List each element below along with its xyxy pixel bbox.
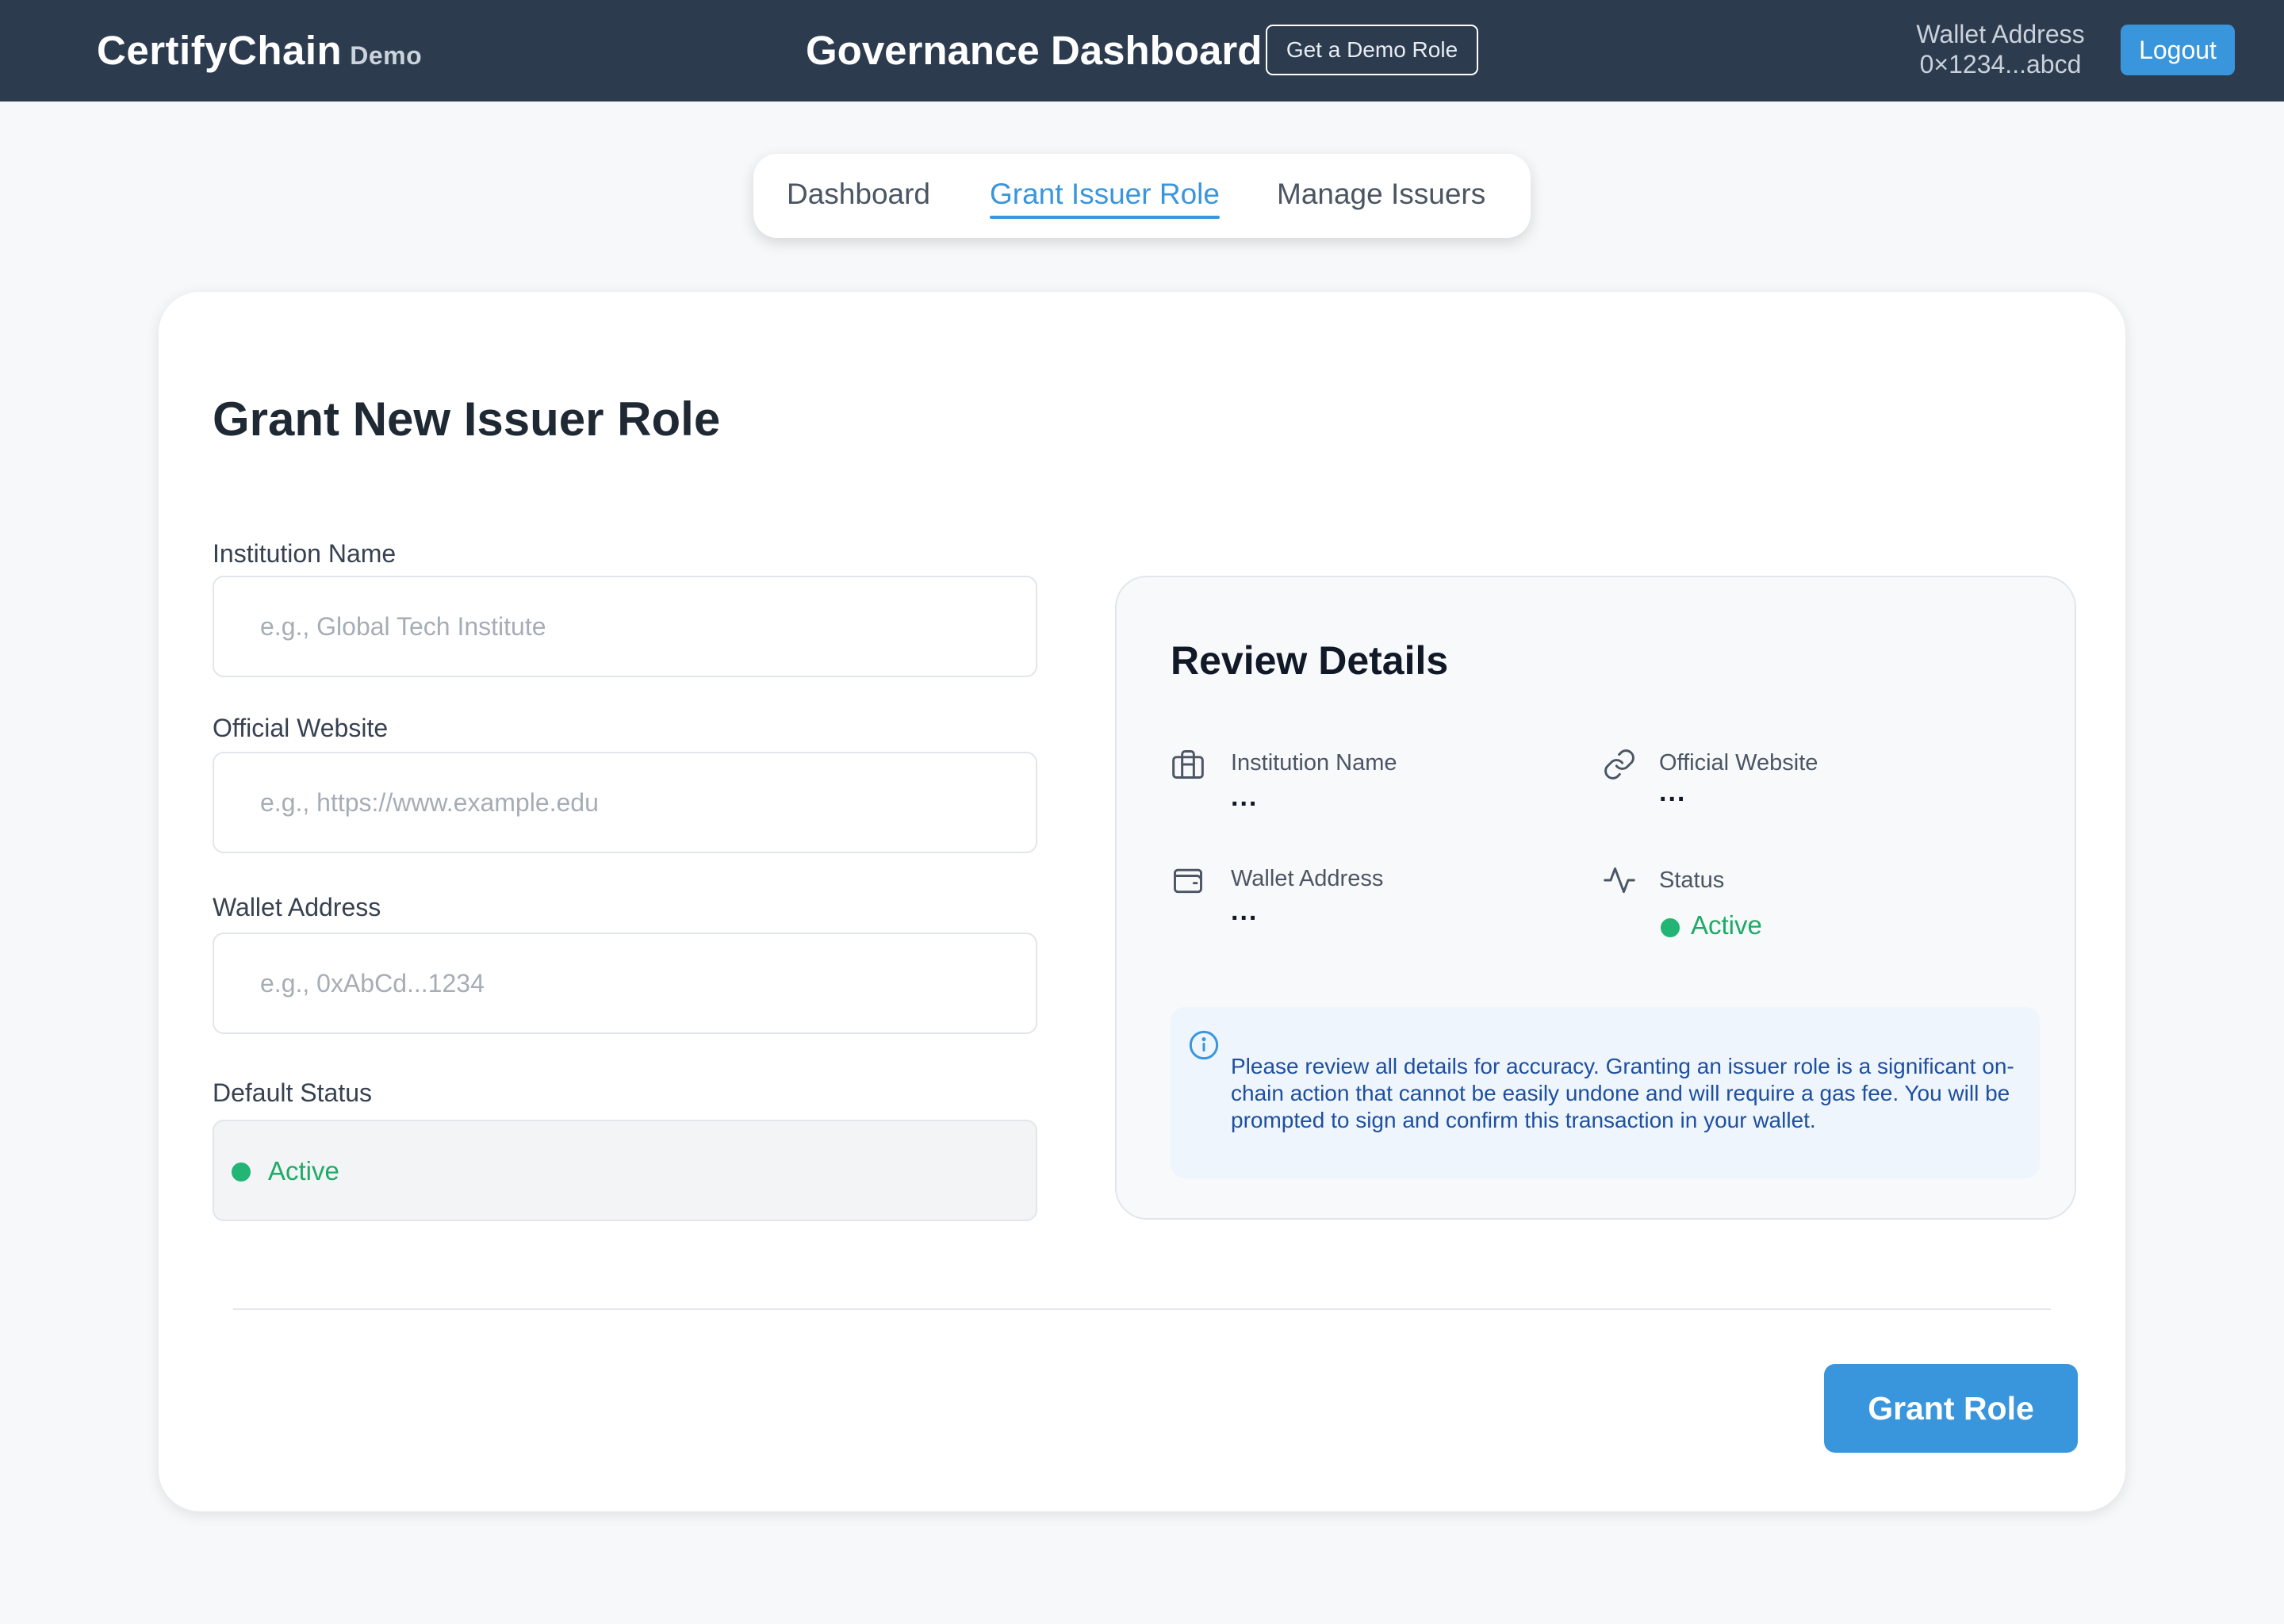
review-status-label: Status (1659, 868, 1725, 893)
wallet-address-display: Wallet Address 0×1234...abcd (1887, 19, 2113, 79)
review-details-title: Review Details (1171, 638, 1449, 683)
nav-tabs: Dashboard Grant Issuer Role Manage Issue… (753, 154, 1531, 238)
info-icon (1189, 1030, 1219, 1060)
institution-name-input[interactable] (213, 576, 1037, 677)
official-website-label: Official Website (213, 714, 389, 742)
brand-name: CertifyChain (97, 28, 343, 73)
review-notice: Please review all details for accuracy. … (1171, 1007, 2040, 1178)
review-institution-label: Institution Name (1231, 750, 1397, 776)
grant-role-button[interactable]: Grant Role (1824, 1364, 2078, 1453)
review-wallet-value: ... (1231, 896, 1259, 926)
form-title: Grant New Issuer Role (213, 393, 721, 446)
review-details-panel: Review Details Institution Name ... Offi… (1115, 576, 2076, 1220)
link-icon (1604, 749, 1634, 779)
wallet-icon (1174, 868, 1202, 894)
review-status-value: Active (1691, 910, 1762, 940)
page-title: Governance Dashboard (806, 28, 1263, 73)
wallet-address-input[interactable] (213, 933, 1037, 1034)
review-notice-text: Please review all details for accuracy. … (1231, 1054, 2014, 1132)
review-website-value: ... (1659, 777, 1687, 807)
default-status-field: Active (213, 1120, 1037, 1221)
logout-button[interactable]: Logout (2121, 25, 2235, 75)
top-bar: CertifyChain Demo Governance Dashboard Ge… (0, 0, 2284, 102)
tab-grant-issuer-role[interactable]: Grant Issuer Role (990, 178, 1220, 219)
tab-dashboard[interactable]: Dashboard (787, 178, 930, 211)
default-status-value: Active (268, 1156, 339, 1185)
brand-demo-tag: Demo (350, 41, 423, 70)
institution-name-label: Institution Name (213, 539, 397, 568)
default-status-label: Default Status (213, 1078, 372, 1107)
review-status-dot-icon (1661, 918, 1680, 937)
wallet-address-label: Wallet Address (213, 893, 381, 921)
official-website-input[interactable] (213, 752, 1037, 853)
review-website-label: Official Website (1659, 750, 1818, 776)
activity-icon (1604, 867, 1635, 894)
tab-manage-issuers[interactable]: Manage Issuers (1277, 178, 1485, 211)
wallet-address-label: Wallet Address (1916, 20, 2085, 48)
review-wallet-label: Wallet Address (1231, 866, 1384, 891)
building-icon (1172, 750, 1204, 779)
get-demo-role-button[interactable]: Get a Demo Role (1266, 25, 1478, 75)
wallet-address-value: 0×1234...abcd (1919, 50, 2082, 79)
status-dot-icon (232, 1162, 251, 1182)
brand-logo[interactable]: CertifyChain Demo (97, 27, 422, 74)
card-divider (233, 1308, 2051, 1310)
grant-role-card: Grant New Issuer Role Institution Name O… (159, 292, 2125, 1511)
review-institution-value: ... (1231, 782, 1259, 812)
